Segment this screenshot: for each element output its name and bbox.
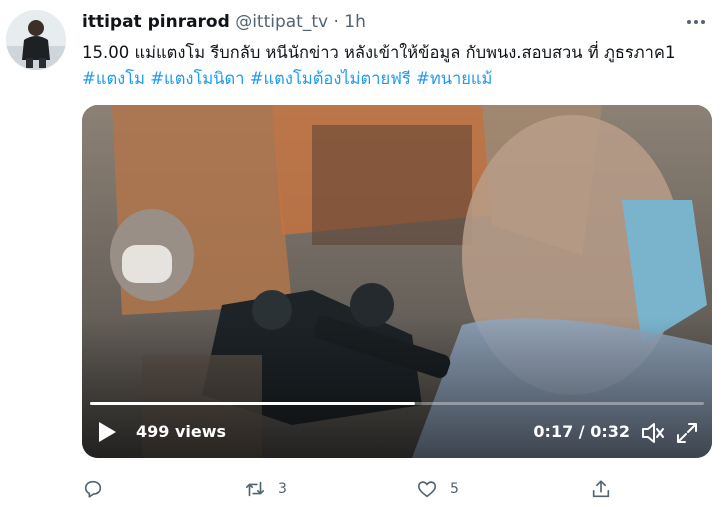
video-controls: 499 views 0:17 / 0:32 — [82, 386, 712, 458]
view-count: 499 views — [136, 422, 227, 441]
retweet-icon — [245, 481, 265, 497]
share-icon — [592, 480, 610, 498]
volume-icon — [642, 423, 664, 443]
share-button[interactable] — [590, 476, 612, 502]
reply-icon — [84, 480, 102, 498]
author-handle[interactable]: @ittipat_tv — [235, 12, 328, 32]
tweet-body: 15.00 แม่แตงโม รีบกลับ หนีนักข่าว หลังเข… — [82, 43, 676, 62]
reply-button[interactable] — [82, 476, 116, 502]
tweet-timestamp[interactable]: 1h — [344, 12, 366, 32]
tweet-text: 15.00 แม่แตงโม รีบกลับ หนีนักข่าว หลังเข… — [82, 40, 714, 92]
separator: · — [333, 12, 339, 32]
fullscreen-icon — [677, 423, 697, 443]
author-name[interactable]: ittipat pinrarod — [82, 12, 230, 32]
hashtag[interactable]: #แตงโมต้องไม่ตายฟรี — [250, 69, 411, 88]
hashtag-line: #แตงโม #แตงโมนิดา #แตงโมต้องไม่ตายฟรี #ท… — [82, 66, 714, 92]
heart-icon — [417, 481, 437, 498]
avatar[interactable] — [6, 10, 66, 70]
hashtag[interactable]: #แตงโมนิดา — [150, 69, 244, 88]
tweet-actions: 3 5 — [82, 476, 706, 502]
more-horizontal-icon — [687, 20, 705, 24]
video-time: 0:17 / 0:32 — [533, 422, 630, 441]
tweet-header: ittipat pinrarod @ittipat_tv · 1h — [82, 12, 706, 36]
fullscreen-button[interactable] — [674, 420, 700, 446]
like-count: 5 — [450, 481, 459, 497]
video-player[interactable]: 499 views 0:17 / 0:32 — [82, 105, 712, 458]
avatar-image — [6, 10, 66, 70]
progress-fill — [90, 402, 416, 405]
retweet-count: 3 — [278, 481, 287, 497]
hashtag[interactable]: #แตงโม — [82, 69, 145, 88]
progress-bar[interactable] — [90, 402, 704, 405]
retweet-button[interactable]: 3 — [244, 476, 287, 502]
volume-button[interactable] — [640, 420, 666, 446]
more-options-button[interactable] — [684, 10, 708, 34]
play-button[interactable] — [96, 420, 118, 444]
like-button[interactable]: 5 — [416, 476, 459, 502]
play-icon — [99, 422, 116, 442]
hashtag[interactable]: #ทนายแม้ — [416, 69, 492, 88]
